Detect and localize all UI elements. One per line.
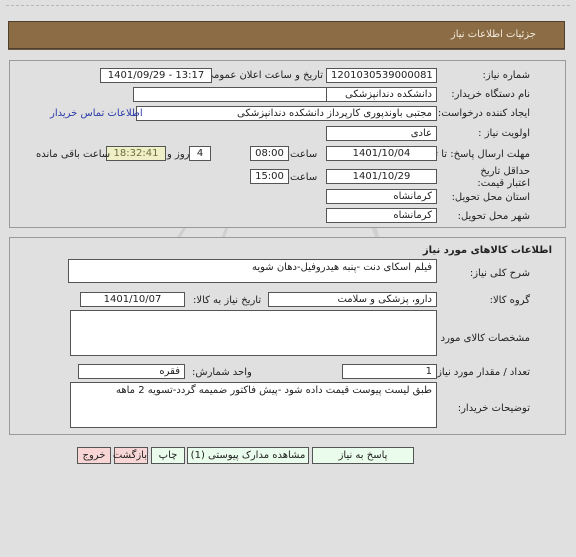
need-date-label: تاریخ نیاز به کالا: xyxy=(193,295,262,306)
buyer-contact-link[interactable]: اطلاعات تماس خریدار xyxy=(50,108,143,119)
goods-section-title: اطلاعات کالاهای مورد نیاز xyxy=(422,245,552,256)
days-and-label: روز و xyxy=(167,149,190,160)
deadline-date-field: 1401/10/04 xyxy=(326,146,437,161)
need-date-field: 1401/10/07 xyxy=(80,292,185,307)
city-field: کرمانشاه xyxy=(326,208,437,223)
validity-date-field: 1401/10/29 xyxy=(326,169,437,184)
exit-button[interactable]: خروج xyxy=(77,447,111,464)
page-title-bar: جزئیات اطلاعات نیاز xyxy=(8,21,565,49)
days-remaining-field: 4 xyxy=(189,146,211,161)
announce-datetime-field: 1401/09/29 - 13:17 xyxy=(100,68,212,83)
announce-label: تاریخ و ساعت اعلان عمومی: xyxy=(202,70,323,81)
unit-label: واحد شمارش: xyxy=(192,367,252,378)
specs-field xyxy=(70,310,437,356)
buyer-org-label: نام دستگاه خریدار: xyxy=(451,89,530,100)
province-field: کرمانشاه xyxy=(326,189,437,204)
creator-label: ایجاد کننده درخواست: xyxy=(437,108,530,119)
back-button[interactable]: بازگشت xyxy=(113,447,148,464)
time-remaining-field: 18:32:41 xyxy=(106,146,166,161)
view-attachments-button[interactable]: مشاهده مدارک پیوستی (1) xyxy=(187,447,309,464)
city-label: شهر محل تحویل: xyxy=(457,211,530,222)
quantity-field: 1 xyxy=(342,364,437,379)
buyer-org-extra-field xyxy=(133,87,327,102)
unit-field: فقره xyxy=(78,364,185,379)
province-label: استان محل تحویل: xyxy=(451,192,530,203)
deadline-time-label: ساعت xyxy=(290,149,318,160)
need-number-label: شماره نیاز: xyxy=(482,70,531,81)
print-button[interactable]: چاپ xyxy=(151,447,185,464)
quantity-label: تعداد / مقدار مورد نیاز: xyxy=(433,367,530,378)
reply-button[interactable]: پاسخ به نیاز xyxy=(312,447,414,464)
creator-field: مجتبی باوندپوری کارپرداز دانشکده دندانپز… xyxy=(136,106,437,121)
need-number-field: 1201030539000081 xyxy=(326,68,437,83)
goods-group-field: دارو، پزشکی و سلامت xyxy=(268,292,437,307)
buyer-notes-label: توضیحات خریدار: xyxy=(457,403,530,414)
priority-field: عادی xyxy=(326,126,437,141)
validity-label: حداقل تاریخ اعتبار قیمت: xyxy=(477,166,530,189)
validity-time-label: ساعت xyxy=(290,172,318,183)
top-divider xyxy=(6,5,570,6)
summary-field: فیلم اسکای دنت -پنبه هیدروفیل-دهان شویه xyxy=(68,259,437,283)
priority-label: اولویت نیاز : xyxy=(478,128,530,139)
goods-group-label: گروه کالا: xyxy=(489,295,530,306)
validity-time-field: 15:00 xyxy=(250,169,289,184)
buyer-notes-field: طبق لیست پیوست قیمت داده شود -پیش فاکتور… xyxy=(70,382,437,428)
summary-label: شرح کلی نیاز: xyxy=(469,268,530,279)
buyer-org-field: دانشکده دندانپزشکی xyxy=(326,87,437,102)
remaining-label: ساعت باقی مانده xyxy=(36,149,111,160)
page-title: جزئیات اطلاعات نیاز xyxy=(450,29,536,40)
deadline-time-field: 08:00 xyxy=(250,146,289,161)
